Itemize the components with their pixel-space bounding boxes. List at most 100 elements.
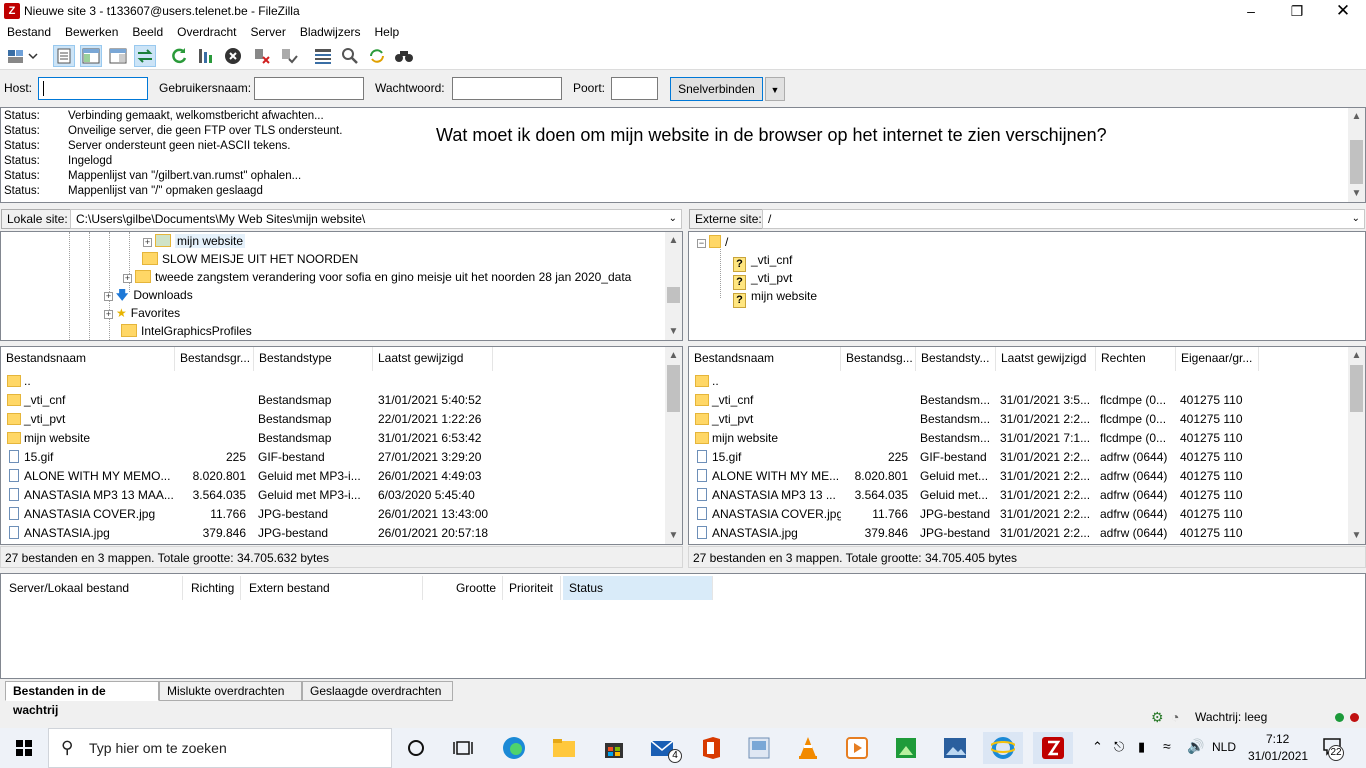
- remote-path-input[interactable]: / ⌄: [762, 209, 1365, 229]
- reconnect-icon[interactable]: [278, 45, 300, 67]
- col-header-modified[interactable]: Laatst gewijzigd: [996, 347, 1096, 371]
- col-header-filetype[interactable]: Bestandsty...: [916, 347, 996, 371]
- clock-time[interactable]: 7:12: [1266, 732, 1289, 746]
- filezilla-taskbar-icon[interactable]: [1033, 732, 1073, 764]
- menu-beeld[interactable]: Beeld: [125, 23, 170, 42]
- menu-bewerken[interactable]: Bewerken: [58, 23, 125, 42]
- photo-viewer-icon[interactable]: [935, 732, 975, 764]
- disconnect-icon[interactable]: [251, 45, 273, 67]
- process-queue-icon[interactable]: [195, 45, 217, 67]
- col-header-filename[interactable]: Bestandsnaam: [689, 347, 841, 371]
- expand-icon[interactable]: +: [143, 238, 152, 247]
- file-row[interactable]: _vti_pvt Bestandsm... 31/01/2021 2:2... flc…: [689, 410, 1349, 429]
- transfer-queue-icon[interactable]: [134, 45, 156, 67]
- scroll-down-icon[interactable]: ▼: [1348, 527, 1365, 544]
- scroll-down-icon[interactable]: ▼: [665, 323, 682, 340]
- media-player-icon[interactable]: [837, 732, 877, 764]
- tree-item-downloads[interactable]: + 🡇 Downloads: [104, 286, 193, 304]
- menu-bladwijzers[interactable]: Bladwijzers: [293, 23, 368, 42]
- file-row[interactable]: ..: [689, 372, 1349, 391]
- tree-item-root[interactable]: − /: [697, 233, 728, 251]
- file-row[interactable]: _vti_cnf Bestandsmap 31/01/2021 5:40:52: [1, 391, 661, 410]
- photos-app-icon[interactable]: [739, 732, 779, 764]
- scroll-thumb[interactable]: [1350, 365, 1363, 412]
- file-explorer-icon[interactable]: [544, 732, 584, 764]
- file-row[interactable]: ALONE WITH MY ME... 8.020.801 Geluid met..…: [689, 467, 1349, 486]
- notification-center-icon[interactable]: 22: [1322, 737, 1344, 761]
- file-row[interactable]: mijn website Bestandsmap 31/01/2021 6:53:4…: [1, 429, 661, 448]
- col-header-filesize[interactable]: Bestandsgr...: [175, 347, 254, 371]
- scroll-up-icon[interactable]: ▲: [665, 232, 682, 249]
- search-files-icon[interactable]: [393, 45, 415, 67]
- speed-limit-icon[interactable]: ◔: [1171, 709, 1179, 725]
- tree-item-vti-pvt[interactable]: ? _vti_pvt: [733, 269, 792, 290]
- queue-col-status[interactable]: Status: [563, 576, 713, 600]
- maximize-button[interactable]: ❐: [1274, 0, 1320, 23]
- file-row[interactable]: 15.gif 225 GIF-bestand 27/01/2021 3:29:20: [1, 448, 661, 467]
- clock-date[interactable]: 31/01/2021: [1248, 749, 1308, 763]
- tree-item-mijn-website[interactable]: ? mijn website: [733, 287, 817, 308]
- scroll-thumb[interactable]: [1350, 140, 1363, 184]
- file-row[interactable]: mijn website Bestandsm... 31/01/2021 7:1..…: [689, 429, 1349, 448]
- internet-explorer-icon[interactable]: [983, 732, 1023, 764]
- log-scrollbar[interactable]: ▲ ▼: [1348, 108, 1365, 202]
- col-header-permissions[interactable]: Rechten: [1096, 347, 1176, 371]
- scroll-thumb[interactable]: [667, 287, 680, 303]
- username-input[interactable]: [254, 77, 364, 100]
- col-header-owner[interactable]: Eigenaar/gr...: [1176, 347, 1259, 371]
- file-row[interactable]: _vti_cnf Bestandsm... 31/01/2021 3:5... flc…: [689, 391, 1349, 410]
- windows-start-icon[interactable]: [2, 732, 46, 764]
- scroll-up-icon[interactable]: ▲: [665, 347, 682, 364]
- cancel-icon[interactable]: [222, 45, 244, 67]
- password-input[interactable]: [452, 77, 562, 100]
- file-row[interactable]: ANASTASIA MP3 13 MAA... 3.564.035 Geluid m…: [1, 486, 661, 505]
- minimize-button[interactable]: –: [1228, 0, 1274, 23]
- scroll-up-icon[interactable]: ▲: [1348, 347, 1365, 364]
- expand-icon[interactable]: +: [104, 292, 113, 301]
- tab-failed-transfers[interactable]: Mislukte overdrachten: [159, 681, 302, 701]
- queue-col-size[interactable]: Grootte: [425, 576, 503, 600]
- compare-icon[interactable]: [339, 45, 361, 67]
- file-row[interactable]: ANASTASIA.jpg 379.846 JPG-bestand 26/01/202…: [1, 524, 661, 543]
- quickconnect-dropdown-button[interactable]: ▼: [765, 77, 785, 101]
- col-header-filename[interactable]: Bestandsnaam: [1, 347, 175, 371]
- file-row[interactable]: 15.gif 225 GIF-bestand 31/01/2021 2:2... adf…: [689, 448, 1349, 467]
- scroll-up-icon[interactable]: ▲: [1348, 108, 1365, 125]
- site-manager-icon[interactable]: [4, 45, 42, 67]
- refresh-icon[interactable]: [168, 45, 190, 67]
- image-editor-icon[interactable]: [886, 732, 926, 764]
- menu-overdracht[interactable]: Overdracht: [170, 23, 243, 42]
- scroll-down-icon[interactable]: ▼: [1348, 185, 1365, 202]
- tab-successful-transfers[interactable]: Geslaagde overdrachten: [302, 681, 453, 701]
- file-row[interactable]: ..: [1, 372, 661, 391]
- chevron-down-icon[interactable]: ⌄: [669, 210, 677, 228]
- tree-item-slow-meisje[interactable]: SLOW MEISJE UIT HET NOORDEN: [142, 250, 358, 268]
- directory-listing-filters-icon[interactable]: [312, 45, 334, 67]
- mail-icon[interactable]: 4: [643, 732, 683, 764]
- chevron-up-icon[interactable]: ⌃: [1092, 739, 1103, 755]
- file-row[interactable]: ANASTASIA MP3 13 ... 3.564.035 Geluid met.…: [689, 486, 1349, 505]
- tree-item-favorites[interactable]: + ★ Favorites: [104, 304, 180, 322]
- chevron-down-icon[interactable]: ⌄: [1352, 210, 1360, 228]
- store-icon[interactable]: [594, 732, 634, 764]
- queue-col-priority[interactable]: Prioriteit: [503, 576, 561, 600]
- menu-bestand[interactable]: Bestand: [0, 23, 58, 42]
- scroll-thumb[interactable]: [667, 365, 680, 412]
- file-row[interactable]: _vti_pvt Bestandsmap 22/01/2021 1:22:26: [1, 410, 661, 429]
- office-icon[interactable]: [691, 732, 731, 764]
- taskbar-search-box[interactable]: ⚲ Typ hier om te zoeken: [48, 728, 392, 768]
- queue-col-local-file[interactable]: Server/Lokaal bestand: [3, 576, 183, 600]
- expand-icon[interactable]: +: [104, 310, 113, 319]
- tree-item-tweede-zangstem[interactable]: + tweede zangstem verandering voor sofia …: [123, 268, 631, 286]
- vlc-icon[interactable]: [788, 732, 828, 764]
- toggle-remote-tree-icon[interactable]: [107, 45, 129, 67]
- battery-icon[interactable]: ▮: [1138, 739, 1145, 755]
- gear-icon[interactable]: ⚙: [1151, 709, 1164, 726]
- scroll-down-icon[interactable]: ▼: [665, 527, 682, 544]
- task-view-icon[interactable]: [443, 732, 483, 764]
- quickconnect-button[interactable]: Snelverbinden: [670, 77, 763, 101]
- tree-item-intelgraphicsprofiles[interactable]: IntelGraphicsProfiles: [121, 322, 252, 340]
- col-header-filesize[interactable]: Bestandsg...: [841, 347, 916, 371]
- language-indicator[interactable]: NLD: [1212, 740, 1236, 754]
- toggle-log-icon[interactable]: [53, 45, 75, 67]
